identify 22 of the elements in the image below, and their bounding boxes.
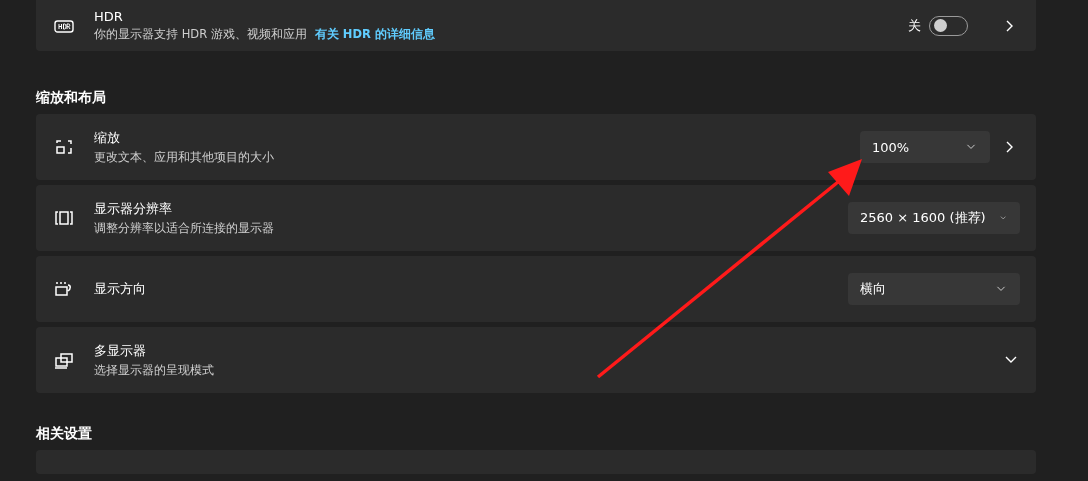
setting-description: 你的显示器支持 HDR 游戏、视频和应用 有关 HDR 的详细信息 — [94, 27, 436, 42]
details-link[interactable]: 有关 HDR 的详细信息 — [314, 27, 435, 41]
chevron-down-icon — [966, 142, 976, 152]
chevron-down-icon — [996, 284, 1006, 294]
setting-description: 选择显示器的呈现模式 — [94, 363, 215, 378]
rotate-screen-icon — [54, 279, 74, 299]
scale-icon — [54, 137, 74, 157]
setting-description: 调整分辨率以适合所连接的显示器 — [94, 221, 275, 236]
setting-title: 多显示器 — [94, 342, 147, 360]
resolution-icon — [54, 208, 74, 228]
monitors-icon — [54, 350, 74, 370]
section-heading: 相关设置 — [36, 425, 92, 441]
dropdown[interactable]: 2560 × 1600 (推荐) — [848, 202, 1020, 234]
setting-title: 缩放 — [94, 129, 121, 147]
setting-description: 更改文本、应用和其他项目的大小 — [94, 150, 275, 165]
dropdown[interactable]: 100% — [860, 131, 990, 163]
section-heading: 缩放和布局 — [36, 89, 106, 105]
dropdown[interactable]: 横向 — [848, 273, 1020, 305]
setting-title: 显示方向 — [94, 280, 147, 298]
setting-title: 显示器分辨率 — [94, 200, 173, 218]
toggle-state-label: 关 — [908, 16, 921, 35]
setting-title: HDR — [94, 9, 124, 24]
